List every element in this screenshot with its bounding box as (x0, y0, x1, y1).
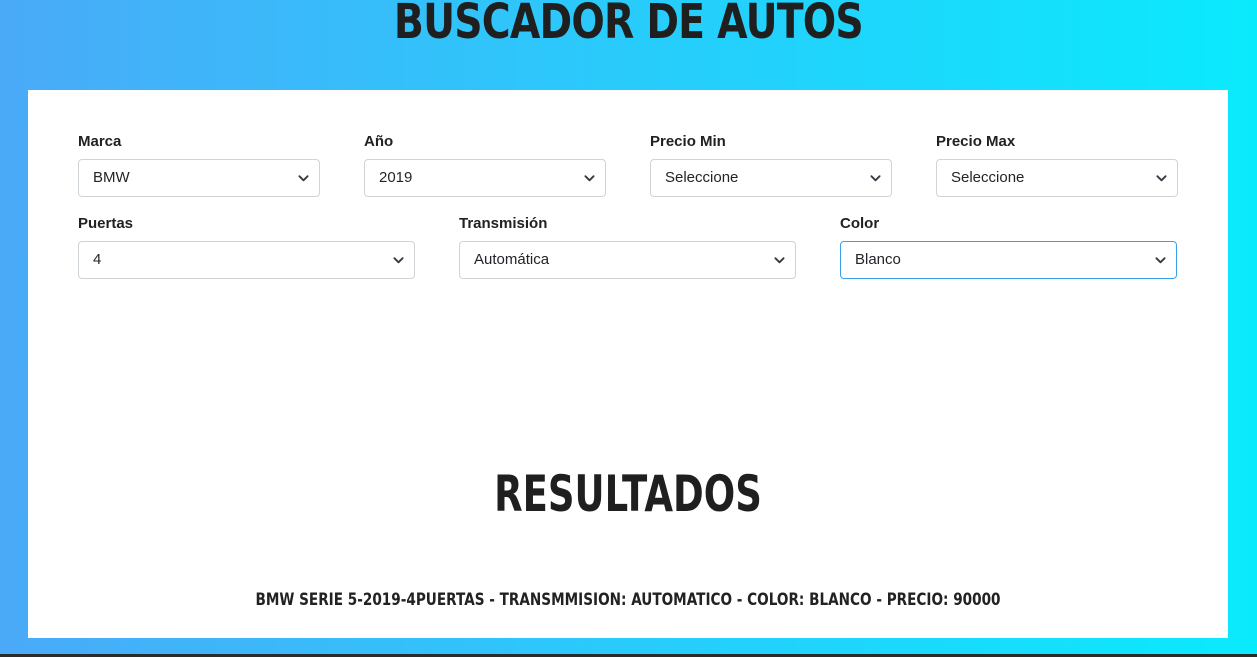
puertas-label: Puertas (78, 215, 134, 232)
chevron-down-icon (584, 175, 595, 182)
color-value: Blanco (855, 251, 901, 268)
transmision-value: Automática (474, 251, 550, 268)
chevron-down-icon (298, 175, 309, 182)
transmision-field: Transmisión Automática (459, 215, 796, 279)
precio-max-select[interactable]: Seleccione (936, 159, 1178, 197)
color-field: Color Blanco (840, 215, 1177, 279)
marca-label: Marca (78, 133, 122, 150)
chevron-down-icon (1156, 175, 1167, 182)
year-label: Año (364, 133, 394, 150)
marca-select[interactable]: BMW (78, 159, 320, 197)
page-title: Buscador de Autos (393, 0, 864, 50)
chevron-down-icon (870, 175, 881, 182)
transmision-label: Transmisión (459, 215, 548, 232)
marca-value: BMW (93, 169, 130, 186)
precio-max-label: Precio Max (936, 133, 1016, 150)
puertas-field: Puertas 4 (78, 215, 415, 279)
puertas-value: 4 (93, 251, 102, 268)
chevron-down-icon (1155, 257, 1166, 264)
chevron-down-icon (393, 257, 404, 264)
transmision-select[interactable]: Automática (459, 241, 796, 279)
year-select[interactable]: 2019 (364, 159, 606, 197)
precio-min-value: Seleccione (665, 169, 739, 186)
chevron-down-icon (774, 257, 785, 264)
color-select[interactable]: Blanco (840, 241, 1177, 279)
precio-min-label: Precio Min (650, 133, 726, 150)
year-field: Año 2019 (364, 133, 606, 197)
precio-max-value: Seleccione (951, 169, 1025, 186)
precio-min-select[interactable]: Seleccione (650, 159, 892, 197)
precio-max-field: Precio Max Seleccione (936, 133, 1178, 197)
marca-field: Marca BMW (78, 133, 320, 197)
year-value: 2019 (379, 169, 413, 186)
color-label: Color (840, 215, 880, 232)
search-card: Marca BMW Año 2019 Precio Min Seleccione… (28, 90, 1228, 638)
precio-min-field: Precio Min Seleccione (650, 133, 892, 197)
puertas-select[interactable]: 4 (78, 241, 415, 279)
results-title: Resultados (494, 465, 762, 523)
result-item: BMW Serie 5-2019-4Puertas - Transmmision… (255, 590, 1001, 610)
